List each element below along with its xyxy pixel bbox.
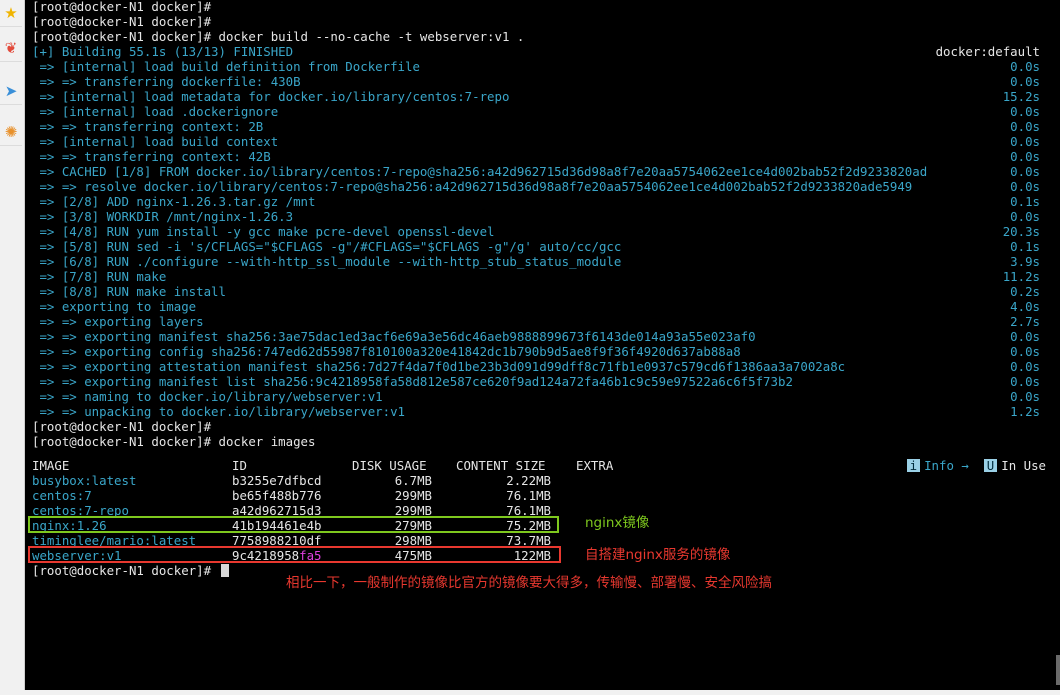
step-duration: 0.0s	[1010, 359, 1040, 374]
terminal-line: [root@docker-N1 docker]# docker images	[32, 434, 316, 449]
step-duration: 0.1s	[1010, 239, 1040, 254]
nginx-highlight-box	[28, 516, 559, 533]
terminal-line: => => exporting layers	[32, 314, 204, 329]
terminal-window[interactable]: [root@docker-N1 docker]# [root@docker-N1 …	[26, 0, 1060, 690]
header-content-size: CONTENT SIZE	[456, 458, 546, 473]
step-duration: 0.0s	[1010, 74, 1040, 89]
step-duration: 0.0s	[1010, 149, 1040, 164]
terminal-line: => => exporting attestation manifest sha…	[32, 359, 846, 374]
terminal-line: => [internal] load .dockerignore	[32, 104, 279, 119]
step-duration: 0.1s	[1010, 194, 1040, 209]
terminal-line: => => transferring dockerfile: 430B	[32, 74, 301, 89]
info-tag: i	[906, 459, 921, 472]
header-image: IMAGE	[32, 458, 70, 473]
terminal-line: => exporting to image	[32, 299, 197, 314]
terminal-line: => => naming to docker.io/library/webser…	[32, 389, 383, 404]
terminal-line: => => exporting manifest list sha256:9c4…	[32, 374, 793, 389]
final-prompt[interactable]: [root@docker-N1 docker]#	[32, 563, 229, 578]
terminal-line: => => exporting manifest sha256:3ae75dac…	[32, 329, 756, 344]
step-duration: 0.0s	[1010, 134, 1040, 149]
disk-usage: 6.7MB	[394, 473, 432, 488]
nginx-annotation: nginx镜像	[585, 515, 650, 531]
terminal-line: => => transferring context: 42B	[32, 149, 271, 164]
terminal-line: => [7/8] RUN make	[32, 269, 167, 284]
step-duration: 0.0s	[1010, 59, 1040, 74]
terminal-line: => [6/8] RUN ./configure --with-http_ssl…	[32, 254, 622, 269]
bottom-border	[0, 690, 1060, 695]
summary-annotation: 相比一下，一般制作的镜像比官方的镜像要大得多，传输慢、部署慢、安全风险搞	[286, 575, 772, 591]
step-duration: docker:default	[935, 44, 1040, 59]
terminal-line: => [internal] load build context	[32, 134, 279, 149]
header-extra: EXTRA	[576, 458, 614, 473]
header-id: ID	[232, 458, 247, 473]
info-text: Info →	[924, 458, 969, 473]
image-id-text: be65f488b776	[232, 488, 322, 503]
in-use-text: In Use	[1001, 458, 1046, 473]
step-duration: 0.0s	[1010, 179, 1040, 194]
step-duration: 0.0s	[1010, 164, 1040, 179]
left-toolbar: ★ ❦ ➤ ✺	[0, 0, 25, 695]
step-duration: 0.0s	[1010, 344, 1040, 359]
terminal-line: [root@docker-N1 docker]#	[32, 419, 212, 434]
image-name: busybox:latest	[32, 473, 137, 488]
step-duration: 15.2s	[1002, 89, 1040, 104]
scrollbar[interactable]	[1056, 655, 1060, 685]
step-duration: 0.0s	[1010, 209, 1040, 224]
step-duration: 3.9s	[1010, 254, 1040, 269]
terminal-line: => CACHED [1/8] FROM docker.io/library/c…	[32, 164, 928, 179]
disk-usage: 299MB	[394, 488, 432, 503]
step-duration: 2.7s	[1010, 314, 1040, 329]
webserver-annotation: 自搭建nginx服务的镜像	[585, 547, 731, 563]
content-size: 2.22MB	[506, 473, 551, 488]
content-size: 76.1MB	[506, 488, 551, 503]
terminal-line: => => resolve docker.io/library/centos:7…	[32, 179, 913, 194]
star-icon[interactable]: ★	[0, 0, 22, 27]
terminal-line: => [5/8] RUN sed -i 's/CFLAGS="$CFLAGS -…	[32, 239, 622, 254]
terminal-line: [root@docker-N1 docker]# docker build --…	[32, 29, 525, 44]
terminal-line: => [2/8] ADD nginx-1.26.3.tar.gz /mnt	[32, 194, 316, 209]
image-id: be65f488b776	[232, 488, 322, 503]
step-duration: 4.0s	[1010, 299, 1040, 314]
step-duration: 0.0s	[1010, 374, 1040, 389]
terminal-line: => => transferring context: 2B	[32, 119, 264, 134]
final-prompt-text: [root@docker-N1 docker]#	[32, 563, 212, 578]
image-id-text: b3255e7dfbcd	[232, 473, 322, 488]
send-icon[interactable]: ➤	[0, 78, 22, 105]
terminal-line: [root@docker-N1 docker]#	[32, 14, 212, 29]
terminal-line: => [4/8] RUN yum install -y gcc make pcr…	[32, 224, 495, 239]
terminal-line: => => exporting config sha256:747ed62d55…	[32, 344, 741, 359]
step-duration: 0.0s	[1010, 389, 1040, 404]
step-duration: 0.0s	[1010, 329, 1040, 344]
terminal-line: => [8/8] RUN make install	[32, 284, 226, 299]
step-duration: 0.0s	[1010, 119, 1040, 134]
terminal-line: [+] Building 55.1s (13/13) FINISHED	[32, 44, 294, 59]
step-duration: 0.0s	[1010, 104, 1040, 119]
terminal-line: => [internal] load build definition from…	[32, 59, 420, 74]
step-duration: 1.2s	[1010, 404, 1040, 419]
terminal-line: => [3/8] WORKDIR /mnt/nginx-1.26.3	[32, 209, 294, 224]
terminal-line: => => unpacking to docker.io/library/web…	[32, 404, 405, 419]
header-disk-usage: DISK USAGE	[352, 458, 427, 473]
image-id: b3255e7dfbcd	[232, 473, 322, 488]
step-duration: 0.2s	[1010, 284, 1040, 299]
note-icon[interactable]: ❦	[0, 35, 22, 62]
terminal-line: [root@docker-N1 docker]#	[32, 0, 212, 14]
palette-icon[interactable]: ✺	[0, 119, 22, 146]
terminal-line: => [internal] load metadata for docker.i…	[32, 89, 510, 104]
step-duration: 11.2s	[1002, 269, 1040, 284]
in-use-tag: U	[983, 459, 998, 472]
step-duration: 20.3s	[1002, 224, 1040, 239]
image-name: centos:7	[32, 488, 92, 503]
webserver-highlight-box	[28, 546, 561, 563]
status-legend: i Info → U In Use	[877, 443, 1046, 473]
text-cursor	[220, 564, 229, 577]
